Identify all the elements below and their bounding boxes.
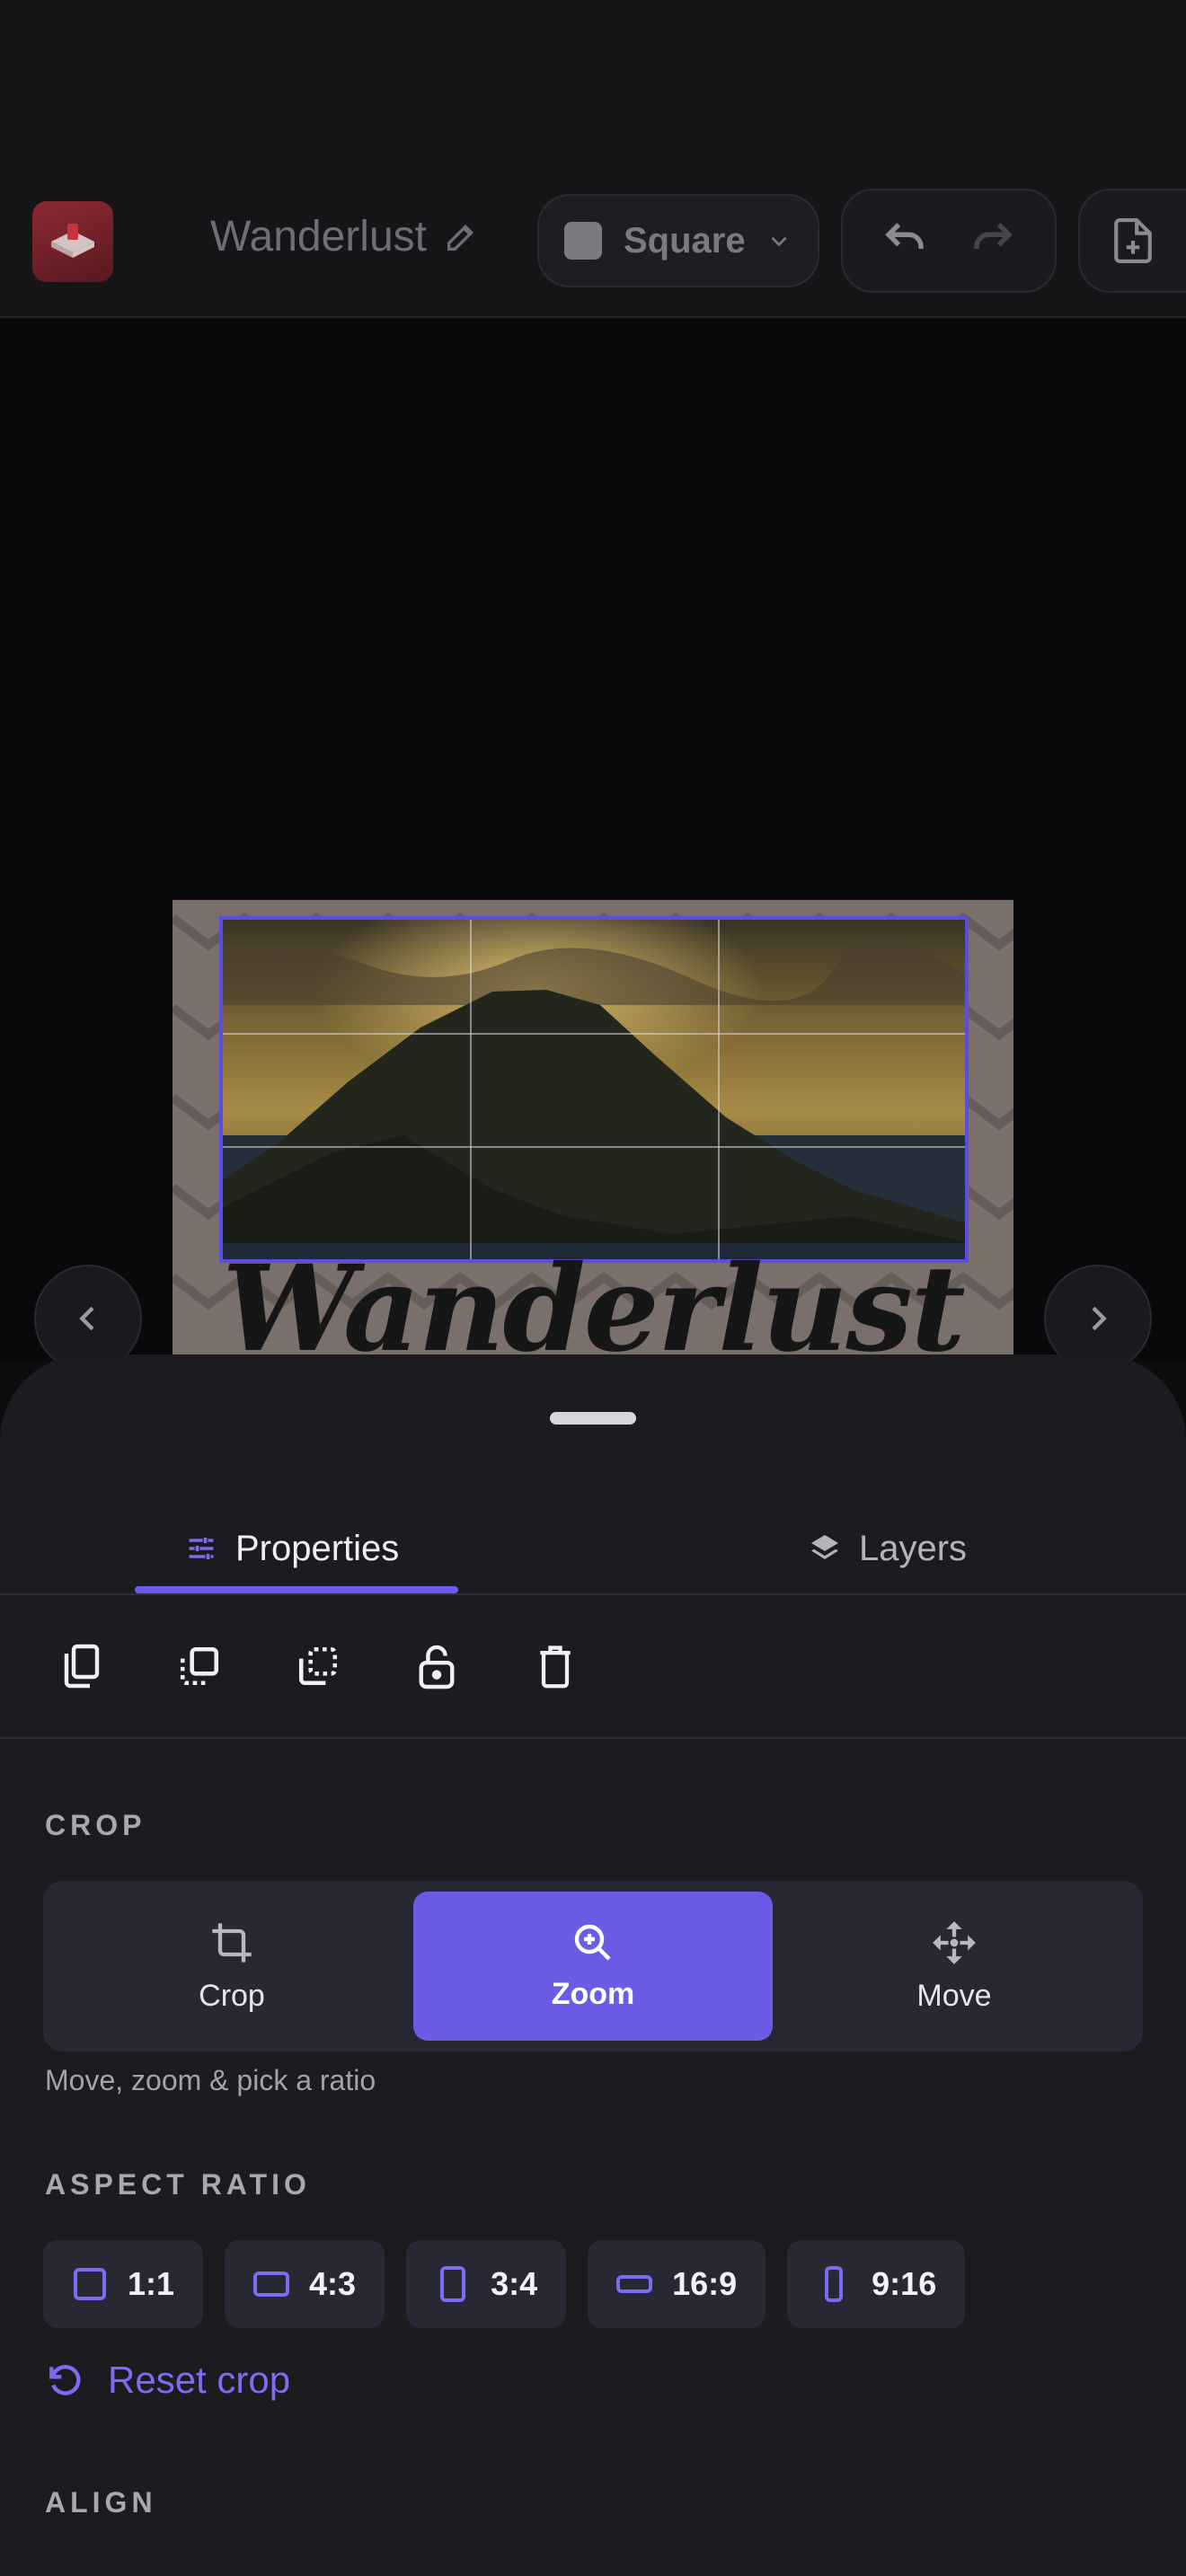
- undo-icon[interactable]: [881, 216, 929, 265]
- lock-toggle-button[interactable]: [410, 1635, 464, 1698]
- bring-forward-button[interactable]: [173, 1635, 226, 1698]
- grid-line: [223, 1032, 965, 1035]
- active-tab-indicator: [135, 1586, 458, 1593]
- document-title[interactable]: Wanderlust: [210, 212, 479, 261]
- ratio-label: 16:9: [672, 2265, 738, 2302]
- ratio-label: 4:3: [309, 2265, 357, 2302]
- ratio-4-3[interactable]: 4:3: [225, 2240, 385, 2328]
- aspect-ratio-options: 1:1 4:3 3:4 16:9 9:16: [43, 2240, 966, 2328]
- app-logo-icon[interactable]: [32, 201, 113, 282]
- crop-mode-selector: Crop Zoom Move: [43, 1881, 1143, 2051]
- size-swatch-icon: [564, 222, 602, 260]
- grid-line: [223, 1145, 965, 1148]
- aspect-ratio-section-label: ASPECT RATIO: [45, 2168, 311, 2201]
- crop-mode-zoom-label: Zoom: [551, 1976, 635, 2011]
- ratio-16-9[interactable]: 16:9: [588, 2240, 766, 2328]
- duplicate-button[interactable]: [54, 1635, 108, 1698]
- crop-mode-move-label: Move: [916, 1978, 992, 2013]
- chevron-right-icon: [1092, 1306, 1107, 1331]
- document-title-text[interactable]: Wanderlust: [210, 212, 427, 261]
- ratio-label: 3:4: [491, 2265, 538, 2302]
- reset-icon: [49, 2365, 81, 2395]
- canvas-size-label: Square: [624, 220, 746, 260]
- wide-ratio-icon: [616, 2275, 653, 2293]
- ratio-9-16[interactable]: 9:16: [787, 2240, 966, 2328]
- portrait-ratio-icon: [440, 2266, 466, 2302]
- canvas-size-dropdown[interactable]: Square: [537, 194, 819, 287]
- crop-icon: [212, 1922, 252, 1963]
- tab-properties-label: Properties: [235, 1528, 400, 1568]
- reset-crop-button[interactable]: Reset crop: [45, 2359, 290, 2402]
- duplicate-icon: [64, 1644, 100, 1689]
- crop-mode-move[interactable]: Move: [774, 1892, 1134, 2041]
- send-backward-icon: [298, 1646, 338, 1686]
- layer-tools: [54, 1635, 582, 1698]
- crop-section-label: CROP: [45, 1809, 146, 1841]
- crop-mode-crop[interactable]: Crop: [52, 1892, 412, 2041]
- crop-mode-zoom[interactable]: Zoom: [413, 1892, 773, 2041]
- chevron-down-icon: [771, 236, 787, 247]
- layers-icon: [811, 1535, 838, 1559]
- ratio-label: 1:1: [128, 2265, 175, 2302]
- zoom-in-icon: [574, 1924, 611, 1961]
- ratio-label: 9:16: [872, 2265, 937, 2302]
- grid-line: [470, 920, 473, 1259]
- divider: [0, 1737, 1186, 1739]
- tab-layers-label: Layers: [859, 1528, 968, 1568]
- undo-redo-group: [841, 189, 1057, 293]
- tall-ratio-icon: [825, 2266, 844, 2302]
- bring-forward-icon: [180, 1646, 219, 1686]
- landscape-photo: [223, 920, 965, 1259]
- crop-frame[interactable]: [219, 916, 969, 1263]
- file-plus-icon: [1114, 218, 1152, 263]
- square-ratio-icon: [74, 2268, 106, 2300]
- unlock-icon: [419, 1645, 455, 1689]
- move-icon: [933, 1920, 976, 1964]
- delete-button[interactable]: [528, 1635, 582, 1698]
- grid-line: [717, 920, 720, 1259]
- crop-mode-crop-label: Crop: [199, 1978, 265, 2013]
- reset-crop-label: Reset crop: [108, 2359, 291, 2401]
- send-backward-button[interactable]: [291, 1635, 345, 1698]
- export-button[interactable]: [1078, 189, 1186, 293]
- chevron-left-icon: [79, 1306, 94, 1331]
- delete-icon: [540, 1645, 571, 1689]
- ratio-1-1[interactable]: 1:1: [43, 2240, 204, 2328]
- divider: [0, 1593, 1186, 1595]
- tab-layers[interactable]: Layers: [809, 1514, 967, 1583]
- landscape-ratio-icon: [253, 2272, 290, 2297]
- align-section-label: ALIGN: [45, 2486, 157, 2519]
- crop-hint-text: Move, zoom & pick a ratio: [45, 2064, 376, 2096]
- tab-properties[interactable]: Properties: [185, 1514, 399, 1583]
- sliders-icon: [189, 1538, 214, 1559]
- sheet-drag-handle[interactable]: [550, 1412, 636, 1425]
- ratio-3-4[interactable]: 3:4: [406, 2240, 567, 2328]
- redo-icon[interactable]: [969, 216, 1017, 265]
- pencil-icon[interactable]: [443, 219, 479, 255]
